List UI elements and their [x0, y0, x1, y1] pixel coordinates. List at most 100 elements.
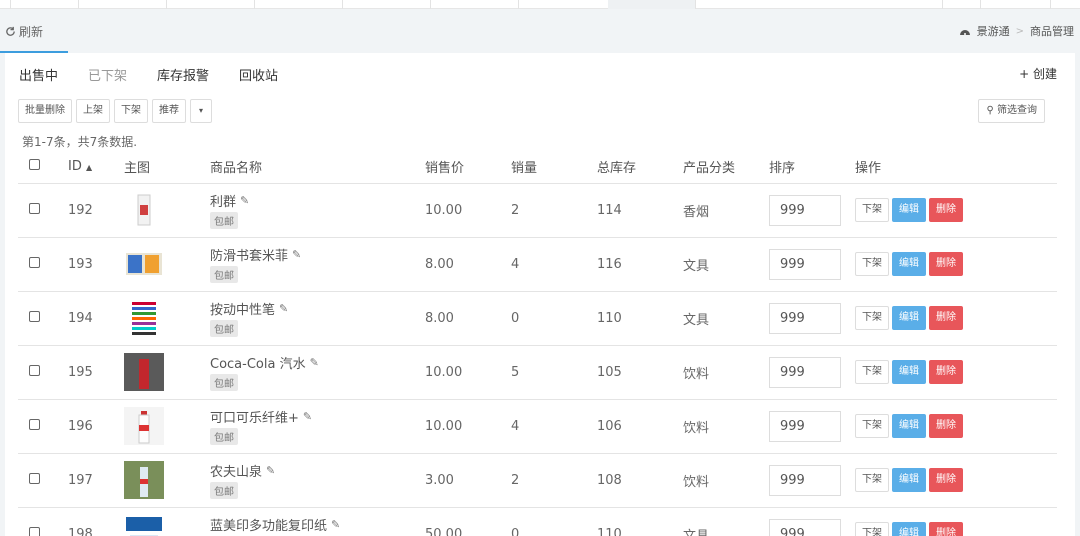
refresh-button[interactable]: 刷新	[5, 23, 43, 40]
product-thumbnail[interactable]	[124, 299, 164, 337]
sort-input[interactable]	[769, 410, 841, 442]
delete-button[interactable]: 删除	[929, 198, 963, 222]
column-actions: 操作	[855, 151, 1057, 184]
batch-delete-button[interactable]: 批量删除	[18, 99, 72, 123]
edit-icon[interactable]: ✎	[279, 302, 288, 315]
off-shelf-row-button[interactable]: 下架	[855, 252, 889, 276]
recommend-button[interactable]: 推荐	[152, 99, 186, 123]
tab-recycle-bin[interactable]: 回收站	[239, 65, 278, 84]
search-icon: ⚲	[986, 105, 994, 116]
product-thumbnail[interactable]	[124, 353, 164, 391]
edit-icon[interactable]: ✎	[303, 410, 312, 423]
row-checkbox[interactable]	[29, 256, 40, 268]
free-shipping-badge: 包邮	[210, 266, 238, 283]
free-shipping-badge: 包邮	[210, 320, 238, 337]
delete-button[interactable]: 删除	[929, 252, 963, 276]
edit-icon[interactable]: ✎	[310, 356, 319, 369]
edit-icon[interactable]: ✎	[240, 194, 249, 207]
delete-button[interactable]: 删除	[929, 360, 963, 384]
product-name: 农夫山泉 ✎	[210, 461, 425, 480]
table-row: 196 可口可乐纤维+ ✎ 包邮 10.00 4 106 饮料 下架 编辑 删除	[18, 399, 1057, 454]
breadcrumb-home[interactable]: 景游通	[977, 23, 1010, 39]
column-sales: 销量	[511, 151, 597, 184]
tab-off-shelf[interactable]: 已下架	[88, 65, 127, 84]
product-name: 防滑书套米菲 ✎	[210, 245, 425, 264]
product-thumbnail[interactable]	[124, 515, 164, 536]
product-thumbnail[interactable]	[124, 191, 164, 229]
window-tab-active[interactable]	[608, 0, 695, 9]
edit-icon[interactable]: ✎	[266, 464, 275, 477]
row-checkbox[interactable]	[29, 472, 40, 484]
filter-label: 筛选查询	[997, 105, 1037, 116]
window-tabs-bar	[0, 0, 1080, 9]
row-actions: 下架 编辑 删除	[855, 252, 1057, 276]
delete-button[interactable]: 删除	[929, 306, 963, 330]
edit-button[interactable]: 编辑	[892, 522, 926, 536]
edit-button[interactable]: 编辑	[892, 252, 926, 276]
row-checkbox[interactable]	[29, 202, 40, 214]
cell-stock: 116	[597, 237, 683, 292]
select-all-checkbox[interactable]	[29, 159, 40, 171]
table-header-row: ID ▲ 主图 商品名称 销售价 销量 总库存 产品分类 排序 操作	[18, 151, 1057, 184]
row-checkbox[interactable]	[29, 310, 40, 322]
tab-divider	[518, 0, 519, 9]
breadcrumb-current: 商品管理	[1030, 25, 1074, 38]
product-thumbnail[interactable]	[124, 461, 164, 499]
edit-button[interactable]: 编辑	[892, 468, 926, 492]
cell-id: 198	[68, 507, 124, 536]
edit-button[interactable]: 编辑	[892, 306, 926, 330]
delete-button[interactable]: 删除	[929, 414, 963, 438]
edit-button[interactable]: 编辑	[892, 414, 926, 438]
create-button[interactable]: + 创建	[1019, 65, 1057, 82]
off-shelf-row-button[interactable]: 下架	[855, 468, 889, 492]
off-shelf-row-button[interactable]: 下架	[855, 414, 889, 438]
breadcrumb: 景游通 > 商品管理	[959, 23, 1074, 39]
sort-input[interactable]	[769, 356, 841, 388]
on-shelf-button[interactable]: 上架	[76, 99, 110, 123]
row-actions: 下架 编辑 删除	[855, 198, 1057, 222]
tab-stock-alert[interactable]: 库存报警	[157, 65, 209, 84]
cell-price: 10.00	[425, 345, 511, 400]
off-shelf-row-button[interactable]: 下架	[855, 522, 889, 536]
filter-button[interactable]: ⚲ 筛选查询	[978, 99, 1045, 123]
sort-input[interactable]	[769, 248, 841, 280]
sort-input[interactable]	[769, 194, 841, 226]
cell-price: 3.00	[425, 453, 511, 508]
cell-sales: 4	[511, 237, 597, 292]
product-thumbnail[interactable]	[124, 407, 164, 445]
product-thumbnail[interactable]	[124, 245, 164, 283]
off-shelf-row-button[interactable]: 下架	[855, 306, 889, 330]
breadcrumb-bar: 刷新 景游通 > 商品管理	[0, 9, 1080, 52]
product-name-text: 可口可乐纤维+	[210, 411, 299, 426]
cell-stock: 110	[597, 291, 683, 346]
column-sort: 排序	[769, 151, 855, 184]
tab-on-sale[interactable]: 出售中	[19, 65, 58, 84]
delete-button[interactable]: 删除	[929, 468, 963, 492]
chevron-down-icon[interactable]: ▾	[190, 99, 212, 123]
off-shelf-row-button[interactable]: 下架	[855, 198, 889, 222]
column-stock: 总库存	[597, 151, 683, 184]
result-summary: 第1-7条，共7条数据.	[22, 135, 138, 149]
row-checkbox[interactable]	[29, 418, 40, 430]
off-shelf-row-button[interactable]: 下架	[855, 360, 889, 384]
edit-icon[interactable]: ✎	[331, 518, 340, 531]
cell-category: 饮料	[683, 345, 769, 400]
refresh-label: 刷新	[19, 25, 44, 39]
delete-button[interactable]: 删除	[929, 522, 963, 536]
column-id[interactable]: ID ▲	[68, 151, 124, 184]
edit-button[interactable]: 编辑	[892, 360, 926, 384]
row-checkbox[interactable]	[29, 526, 40, 536]
sort-input[interactable]	[769, 518, 841, 536]
edit-icon[interactable]: ✎	[292, 248, 301, 261]
edit-button[interactable]: 编辑	[892, 198, 926, 222]
row-actions: 下架 编辑 删除	[855, 522, 1057, 536]
sort-input[interactable]	[769, 464, 841, 496]
table-row: 198 蓝美印多功能复印纸 ✎ 包邮 50.00 0 110 文具 下架 编辑 …	[18, 507, 1057, 536]
off-shelf-button[interactable]: 下架	[114, 99, 148, 123]
row-checkbox[interactable]	[29, 364, 40, 376]
product-name-text: 农夫山泉	[210, 465, 263, 480]
cell-stock: 110	[597, 507, 683, 536]
refresh-icon	[6, 26, 15, 36]
sort-input[interactable]	[769, 302, 841, 334]
free-shipping-badge: 包邮	[210, 428, 238, 445]
